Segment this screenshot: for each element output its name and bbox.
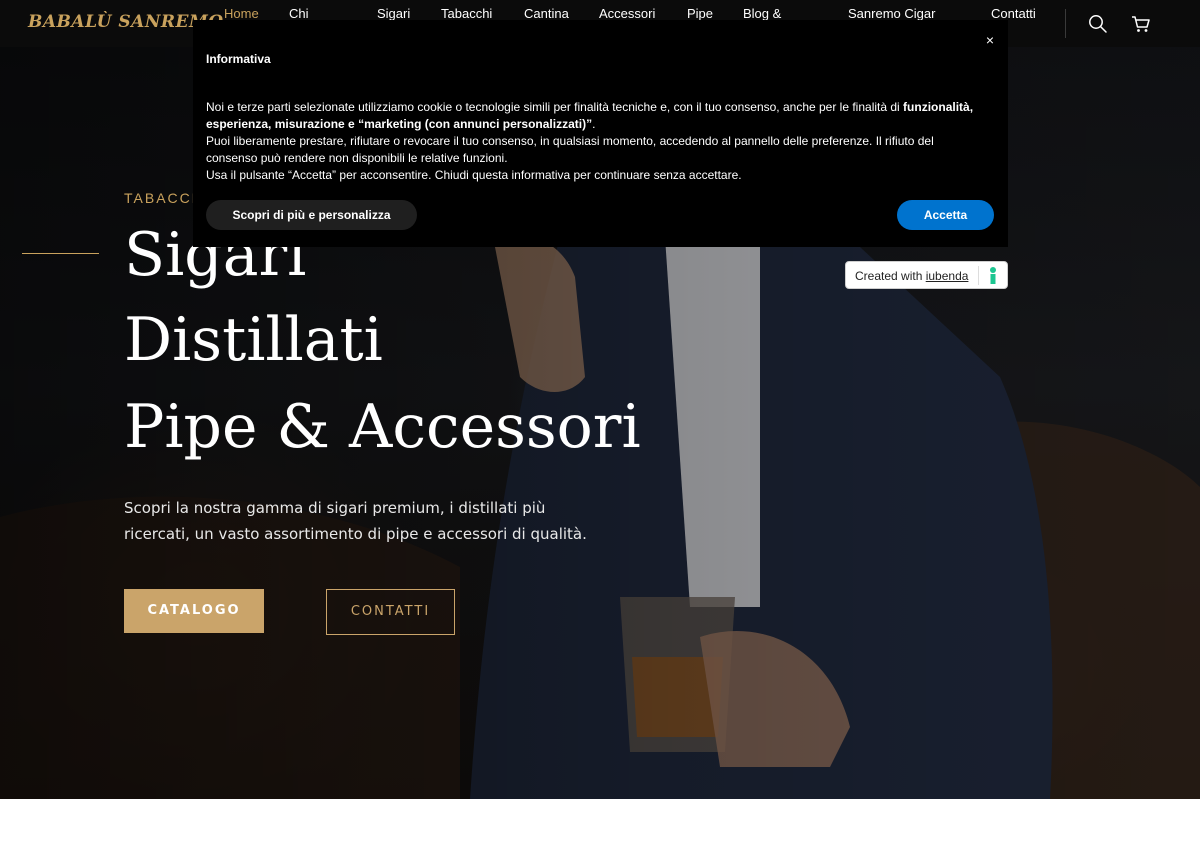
cart-icon[interactable] bbox=[1131, 14, 1151, 34]
iubenda-link[interactable]: iubenda bbox=[926, 269, 969, 283]
cookie-paragraph-2: Puoi liberamente prestare, rifiutare o r… bbox=[206, 134, 934, 165]
headline-line-3: Pipe & Accessori bbox=[124, 392, 641, 462]
badge-divider bbox=[978, 266, 979, 285]
content-area bbox=[0, 799, 1200, 850]
cookie-text: Noi e terze parti selezionate utilizziam… bbox=[206, 99, 976, 184]
headline-line-2: Distillati bbox=[124, 305, 383, 375]
cookie-title: Informativa bbox=[206, 52, 271, 66]
cookie-banner: Informativa × Noi e terze parti selezion… bbox=[193, 20, 1008, 247]
nav-divider bbox=[1065, 9, 1066, 38]
hero-description: Scopri la nostra gamma di sigari premium… bbox=[124, 499, 587, 543]
iubenda-logo-icon bbox=[990, 267, 996, 284]
cookie-accept-button[interactable]: Accetta bbox=[897, 200, 994, 230]
cookie-p1-text: Noi e terze parti selezionate utilizziam… bbox=[206, 100, 904, 114]
nav-contatti[interactable]: Contatti bbox=[991, 6, 1036, 21]
iubenda-text: Created with iubenda bbox=[855, 269, 968, 283]
nav-pipe[interactable]: Pipe bbox=[687, 6, 713, 21]
nav-sigari[interactable]: Sigari bbox=[377, 6, 410, 21]
nav-sanremo-cigar[interactable]: Sanremo Cigar bbox=[848, 6, 935, 21]
eyebrow-line bbox=[22, 253, 99, 254]
iubenda-prefix: Created with bbox=[855, 269, 926, 283]
cookie-p1-end: . bbox=[592, 117, 596, 131]
nav-chi[interactable]: Chi bbox=[289, 6, 309, 21]
cookie-paragraph-1: Noi e terze parti selezionate utilizziam… bbox=[206, 99, 976, 133]
iubenda-badge[interactable]: Created with iubenda bbox=[845, 261, 1008, 289]
contact-button[interactable]: Contatti bbox=[326, 589, 455, 635]
nav-cantina[interactable]: Cantina bbox=[524, 6, 569, 21]
search-icon[interactable] bbox=[1088, 14, 1108, 34]
nav-accessori[interactable]: Accessori bbox=[599, 6, 655, 21]
catalog-button[interactable]: Catalogo bbox=[124, 589, 264, 633]
cookie-customize-button[interactable]: Scopri di più e personalizza bbox=[206, 200, 417, 230]
cookie-paragraph-3: Usa il pulsante “Accetta” per acconsenti… bbox=[206, 168, 742, 182]
nav-tabacchi[interactable]: Tabacchi bbox=[441, 6, 492, 21]
nav-blog[interactable]: Blog & bbox=[743, 6, 781, 21]
nav-home[interactable]: Home bbox=[224, 6, 259, 21]
close-icon[interactable]: × bbox=[986, 32, 994, 48]
